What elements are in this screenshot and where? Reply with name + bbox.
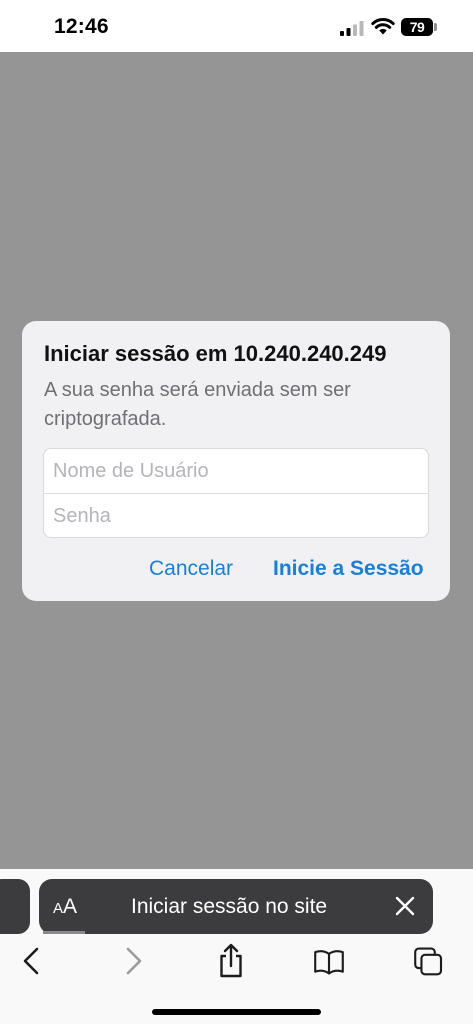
forward-icon[interactable] — [117, 943, 149, 979]
wifi-icon — [371, 18, 395, 35]
status-time: 12:46 — [54, 15, 109, 38]
password-input[interactable] — [44, 494, 428, 537]
credentials-group — [43, 448, 429, 538]
tabs-icon[interactable] — [413, 943, 445, 979]
previous-tab-preview[interactable] — [0, 879, 30, 934]
home-indicator — [152, 1009, 321, 1015]
close-icon[interactable] — [394, 895, 416, 917]
battery-icon: 79 — [401, 18, 433, 36]
cancel-button[interactable]: Cancelar — [149, 557, 233, 581]
status-bar: 12:46 79 — [0, 0, 473, 52]
address-bar[interactable]: AA Iniciar sessão no site — [39, 879, 433, 934]
share-icon[interactable] — [215, 943, 247, 979]
login-dialog: Iniciar sessão em 10.240.240.249 A sua s… — [22, 321, 450, 601]
dialog-message: A sua senha será enviada sem ser criptog… — [44, 379, 351, 430]
address-text: Iniciar sessão no site — [131, 895, 328, 918]
battery-level: 79 — [409, 19, 425, 35]
bookmarks-icon[interactable] — [313, 943, 345, 979]
aa-big: A — [63, 895, 78, 918]
load-progress-bar — [43, 931, 85, 934]
username-input[interactable] — [44, 449, 428, 493]
dialog-title: Iniciar sessão em 10.240.240.249 — [44, 341, 387, 366]
aa-small: A — [53, 900, 64, 917]
back-icon[interactable] — [16, 943, 48, 979]
cellular-signal-icon — [340, 21, 364, 36]
browser-toolbar: AA Iniciar sessão no site — [0, 869, 473, 1024]
battery-cap — [434, 23, 437, 31]
login-button[interactable]: Inicie a Sessão — [273, 557, 424, 581]
reader-settings-button[interactable]: AA — [53, 895, 77, 919]
